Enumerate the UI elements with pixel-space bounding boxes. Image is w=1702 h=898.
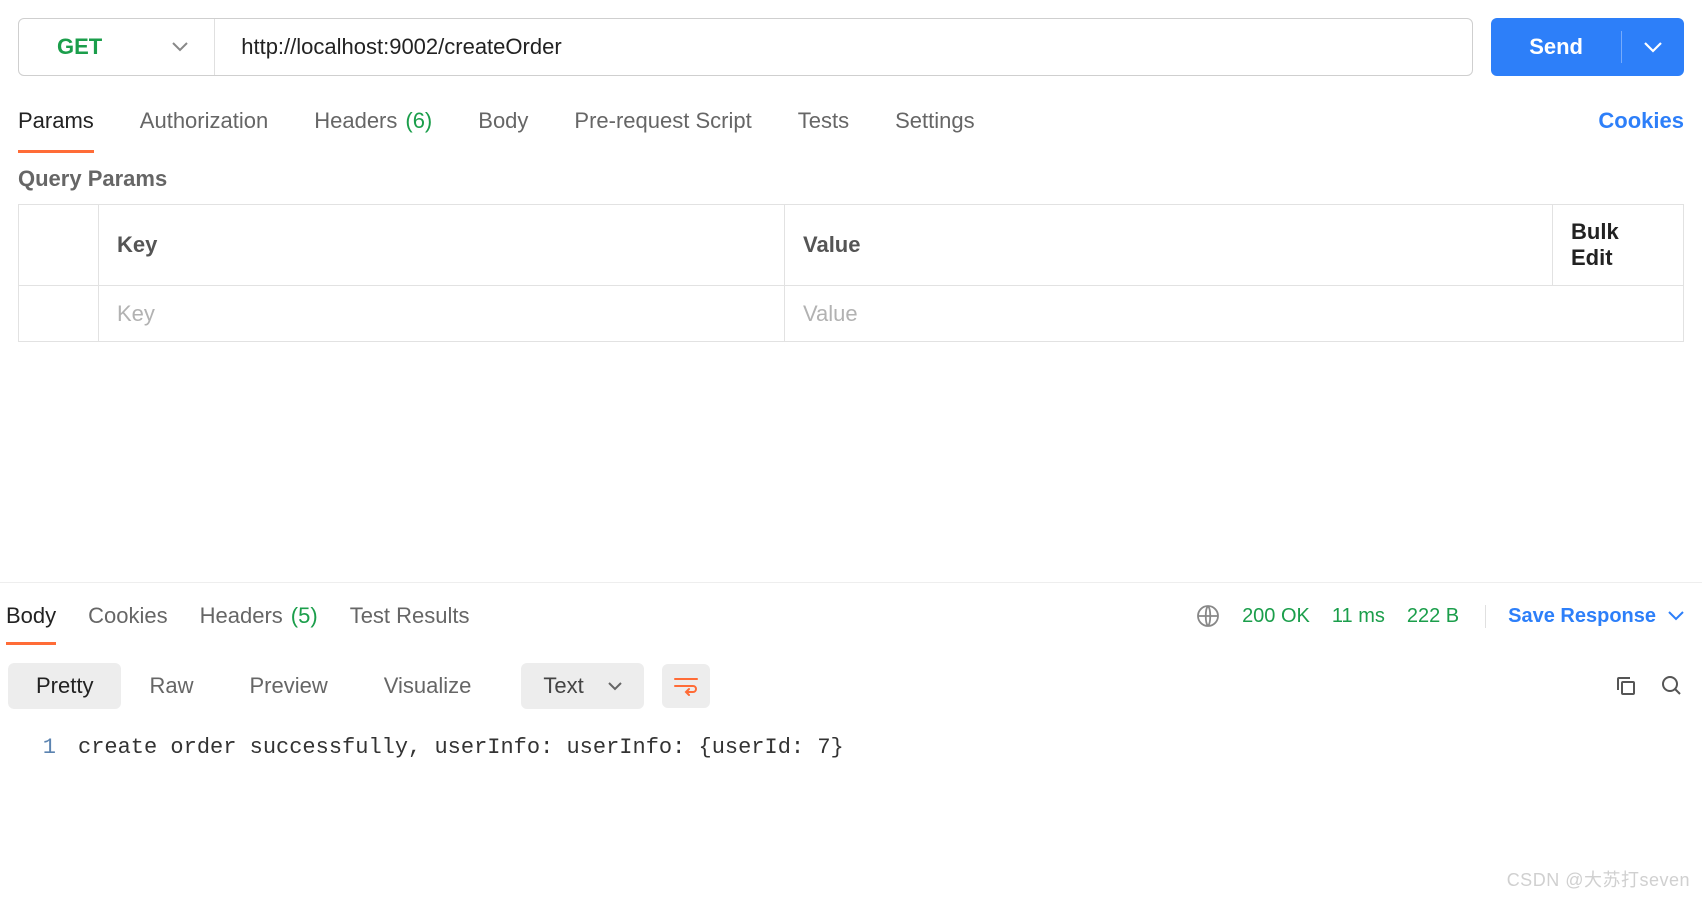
tab-count: (5) [291, 603, 318, 629]
tab-label: Cookies [88, 603, 167, 629]
response-body: 1 create order successfully, userInfo: u… [0, 717, 1702, 760]
globe-icon[interactable] [1196, 604, 1220, 628]
tab-count: (6) [405, 108, 432, 134]
param-value-input[interactable] [803, 301, 1665, 327]
save-response-label: Save Response [1508, 605, 1656, 628]
tab-settings[interactable]: Settings [895, 98, 975, 152]
request-url-input[interactable] [215, 19, 1472, 75]
chevron-down-icon [1668, 611, 1684, 621]
cookies-label: Cookies [1598, 108, 1684, 133]
view-pretty-button[interactable]: Pretty [8, 663, 121, 709]
params-header-row: Key Value Bulk Edit [19, 205, 1683, 285]
params-empty-row [19, 285, 1683, 341]
params-checkbox-cell[interactable] [19, 286, 99, 341]
tab-prerequest[interactable]: Pre-request Script [574, 98, 751, 152]
view-visualize-button[interactable]: Visualize [356, 663, 500, 709]
params-key-cell [99, 286, 785, 341]
tab-label: Headers [314, 108, 397, 134]
tab-label: Params [18, 108, 94, 134]
search-icon[interactable] [1660, 674, 1684, 698]
http-method-label: GET [57, 34, 102, 60]
line-number: 1 [18, 735, 78, 760]
tab-tests[interactable]: Tests [798, 98, 849, 152]
tab-params[interactable]: Params [18, 98, 94, 152]
tab-label: Tests [798, 108, 849, 134]
http-method-select[interactable]: GET [19, 19, 215, 75]
response-body-toolbar: Pretty Raw Preview Visualize Text [0, 643, 1702, 717]
view-raw-button[interactable]: Raw [121, 663, 221, 709]
view-preview-button[interactable]: Preview [221, 663, 355, 709]
save-response-button[interactable]: Save Response [1485, 605, 1684, 628]
query-params-heading: Query Params [0, 152, 1702, 204]
request-input-wrapper: GET [18, 18, 1473, 76]
tab-authorization[interactable]: Authorization [140, 98, 268, 152]
response-tabs: Body Cookies Headers (5) Test Results 20… [0, 591, 1702, 643]
params-checkbox-header [19, 205, 99, 285]
response-tab-body[interactable]: Body [6, 591, 56, 641]
view-mode-group: Pretty Raw Preview Visualize [8, 663, 499, 709]
response-tab-cookies[interactable]: Cookies [88, 591, 167, 641]
chevron-down-icon [172, 42, 188, 52]
chevron-down-icon [608, 682, 622, 691]
request-tabs: Params Authorization Headers (6) Body Pr… [0, 94, 1702, 152]
response-time: 11 ms [1332, 605, 1385, 628]
send-button-label: Send [1491, 34, 1621, 60]
param-key-input[interactable] [117, 301, 766, 327]
response-meta: 200 OK 11 ms 222 B Save Response [1196, 604, 1684, 628]
cookies-link[interactable]: Cookies [1598, 98, 1684, 152]
tab-body[interactable]: Body [478, 98, 528, 152]
response-format-select[interactable]: Text [521, 663, 643, 709]
wrap-lines-button[interactable] [662, 664, 710, 708]
tab-label: Body [6, 603, 56, 629]
params-key-header: Key [99, 205, 785, 285]
request-bar: GET Send [0, 0, 1702, 94]
response-body-text[interactable]: create order successfully, userInfo: use… [78, 735, 844, 760]
params-table: Key Value Bulk Edit [18, 204, 1684, 342]
tab-label: Headers [200, 603, 283, 629]
tab-label: Test Results [350, 603, 470, 629]
response-tab-headers[interactable]: Headers (5) [200, 591, 318, 641]
tab-label: Authorization [140, 108, 268, 134]
tab-label: Body [478, 108, 528, 134]
tab-label: Pre-request Script [574, 108, 751, 134]
status-code: 200 OK [1242, 605, 1310, 628]
response-tab-test-results[interactable]: Test Results [350, 591, 470, 641]
response-size: 222 B [1407, 605, 1459, 628]
copy-icon[interactable] [1614, 674, 1638, 698]
response-section: Body Cookies Headers (5) Test Results 20… [0, 582, 1702, 760]
watermark: CSDN @大苏打seven [1507, 866, 1690, 892]
tab-headers[interactable]: Headers (6) [314, 98, 432, 152]
toolbar-right [1614, 674, 1684, 698]
send-dropdown-button[interactable] [1622, 42, 1684, 53]
send-button[interactable]: Send [1491, 18, 1684, 76]
params-value-header: Value [785, 205, 1553, 285]
bulk-edit-button[interactable]: Bulk Edit [1553, 205, 1683, 285]
format-label: Text [543, 673, 583, 699]
params-value-cell [785, 286, 1683, 341]
tab-label: Settings [895, 108, 975, 134]
